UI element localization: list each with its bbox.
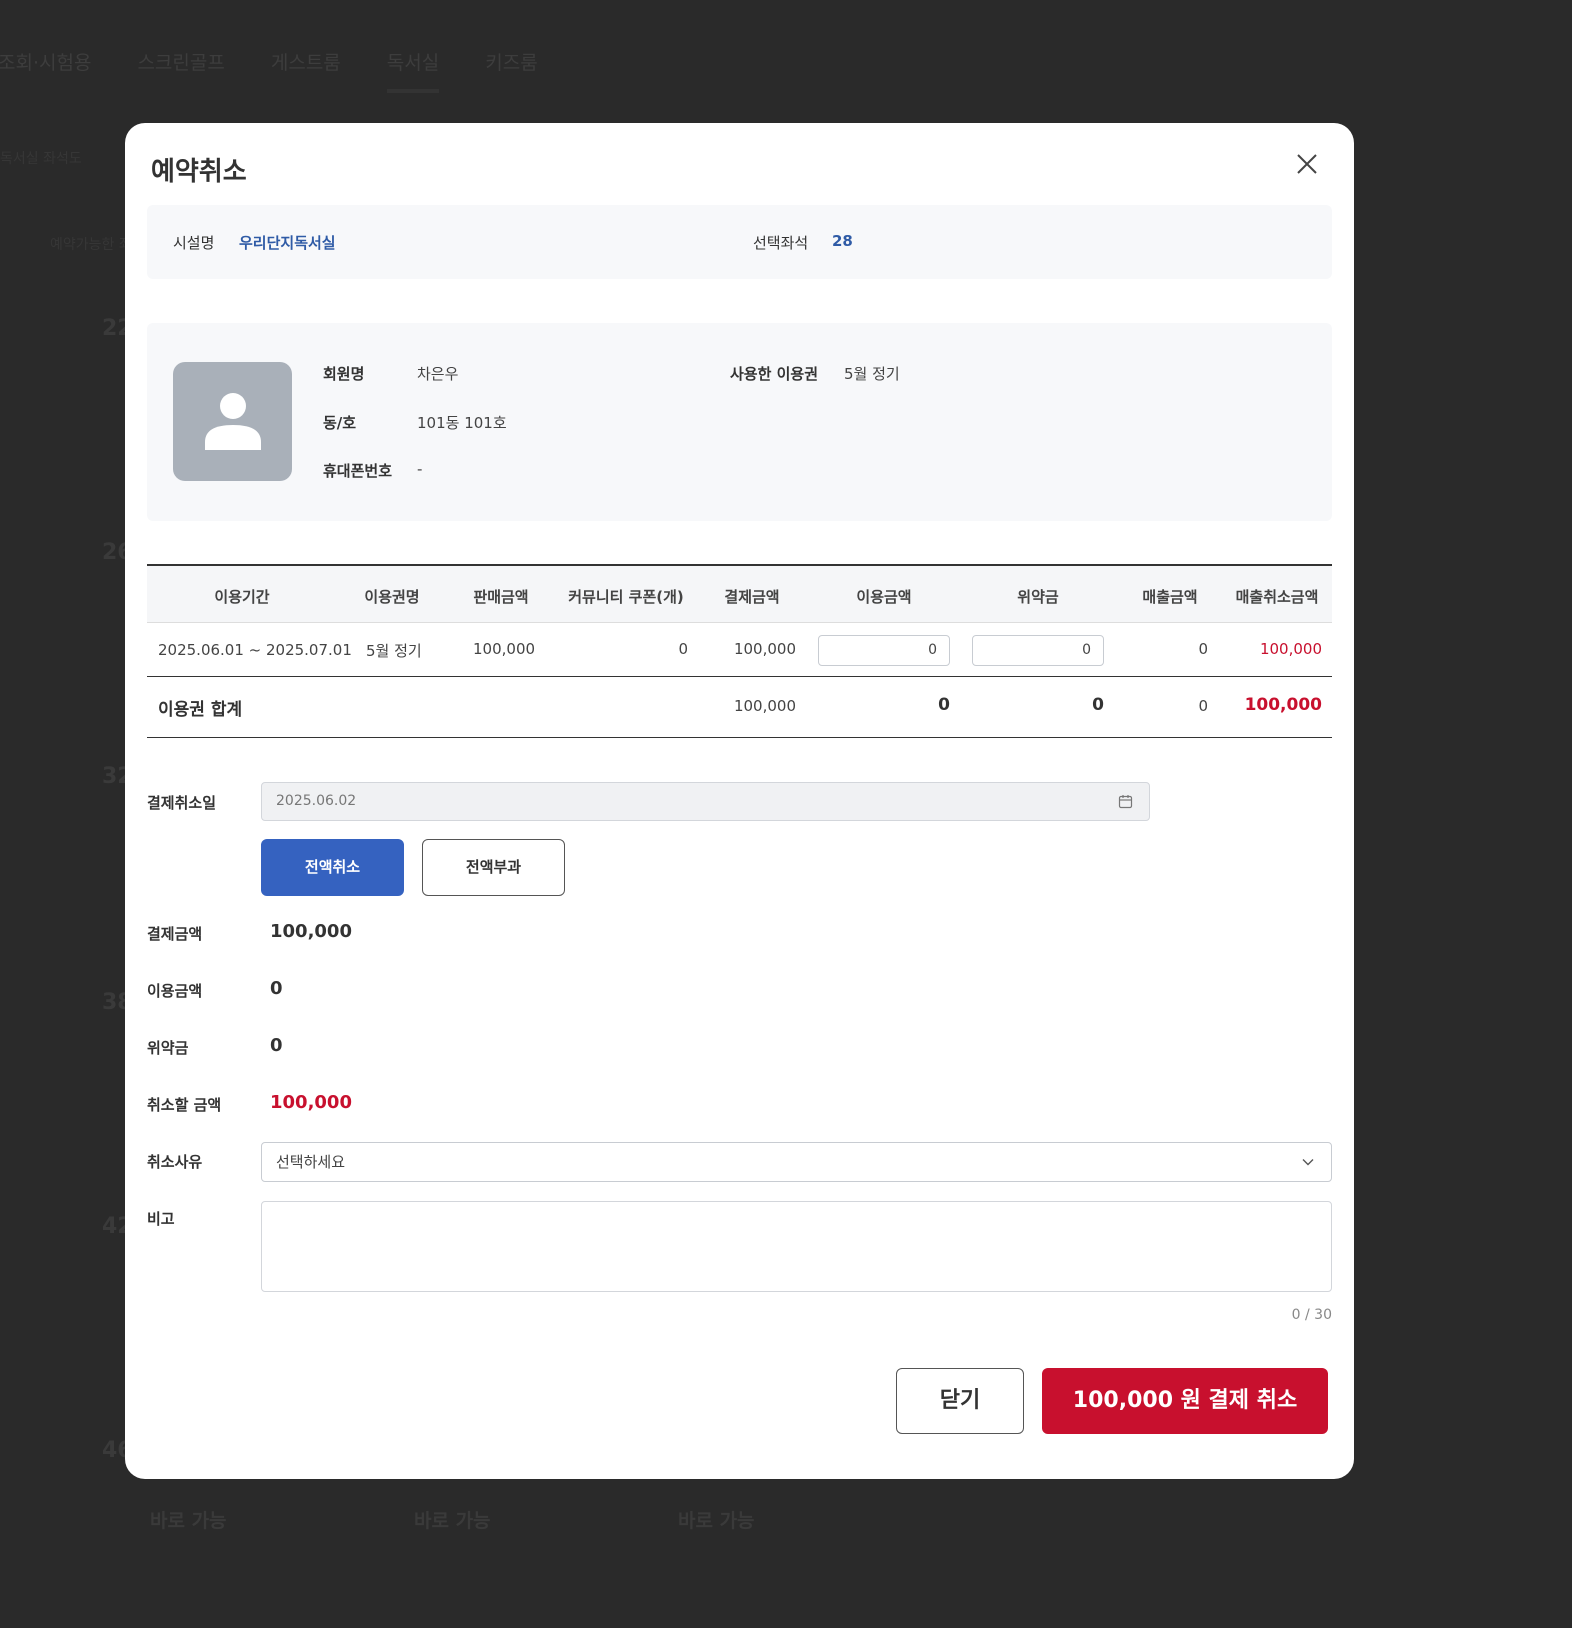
modal-title: 예약취소 [151,157,247,187]
memo-label: 비고 [147,1210,175,1228]
member-name-value: 차은우 [417,365,459,383]
cancel-reason-placeholder: 선택하세요 [276,1153,346,1171]
paid-amount-value: 100,000 [270,921,352,942]
refund-amount-value: 100,000 [270,1092,352,1113]
facility-name-value: 우리단지독서실 [239,234,336,252]
memo-textarea[interactable] [261,1201,1332,1292]
payment-cancel-button[interactable]: 100,000 원 결제 취소 [1042,1368,1328,1434]
use-amount-value: 0 [270,978,283,999]
bg-bottom-labels: 바로 가능 바로 가능 바로 가능 [150,1506,942,1533]
bg-bottom-label: 바로 가능 [678,1510,755,1532]
cell-sale-amount: 100,000 [473,640,536,658]
use-amount-label: 이용금액 [147,982,203,1000]
used-pass-label: 사용한 이용권 [730,365,819,383]
col-header: 판매금액 [473,588,529,606]
cancel-date-value: 2025.06.02 [276,793,357,809]
col-header: 이용금액 [856,588,912,606]
member-unit-value: 101동 101호 [417,414,507,432]
bg-bottom-label: 바로 가능 [414,1510,491,1532]
bg-tab-0: 조회·시험용 [0,52,92,74]
cell-coupon: 0 [678,640,688,658]
summary-penalty: 0 [1092,695,1104,715]
background-tabs: 조회·시험용 스크린골프 게스트룸 독서실 키즈룸 [0,44,584,93]
summary-paid-amount: 100,000 [733,697,796,715]
facility-name-label: 시설명 [173,234,215,252]
bg-tab-4: 키즈룸 [485,52,538,74]
bg-bottom-label: 바로 가능 [150,1510,227,1532]
col-header: 결제금액 [724,588,780,606]
calendar-icon [1118,795,1133,809]
cancel-date-label: 결제취소일 [147,794,217,812]
col-header: 매출취소금액 [1235,588,1319,606]
member-name-label: 회원명 [323,365,365,383]
cell-revenue-cancel: 100,000 [1259,640,1322,658]
penalty-input[interactable]: 0 [972,635,1104,666]
summary-revenue: 0 [1198,697,1208,715]
table-summary-row: 이용권 합계 100,000 0 0 0 100,000 [147,677,1332,737]
col-header: 매출금액 [1142,588,1198,606]
bg-subtitle: 독서실 좌석도 [0,151,82,167]
used-pass-value: 5월 정기 [844,365,900,383]
summary-use-amount: 0 [938,695,950,715]
member-info: 회원명 차은우 동/호 101동 101호 휴대폰번호 - 사용한 이용권 5월… [147,323,1332,521]
cell-pass-name: 5월 정기 [366,642,422,660]
close-button[interactable]: 닫기 [896,1368,1024,1434]
user-icon [205,393,261,450]
seat-value: 28 [832,232,853,250]
cancel-reason-label: 취소사유 [147,1153,203,1171]
memo-counter: 0 / 30 [1291,1307,1332,1323]
bg-tab-2: 게스트룸 [270,52,341,74]
cell-revenue: 0 [1198,640,1208,658]
table-header: 이용기간 이용권명 판매금액 커뮤니티 쿠폰(개) 결제금액 이용금액 위약금 … [147,566,1332,623]
refund-amount-label: 취소할 금액 [147,1096,222,1114]
penalty-label: 위약금 [147,1039,189,1057]
member-phone-value: - [417,460,423,478]
penalty-value: 0 [270,1035,283,1056]
avatar [173,362,292,481]
full-charge-button[interactable]: 전액부과 [422,839,565,896]
cell-period: 2025.06.01 ~ 2025.07.01 [158,641,352,659]
use-amount-input[interactable]: 0 [818,635,950,666]
bg-tab-3: 독서실 [386,44,440,93]
pass-table: 이용기간 이용권명 판매금액 커뮤니티 쿠폰(개) 결제금액 이용금액 위약금 … [147,564,1332,738]
summary-revenue-cancel: 100,000 [1244,695,1322,715]
table-row: 2025.06.01 ~ 2025.07.01 5월 정기 100,000 0 … [147,623,1332,677]
cell-paid-amount: 100,000 [733,640,796,658]
bg-tab-1: 스크린골프 [137,52,225,74]
cancel-reason-select[interactable]: 선택하세요 [261,1142,1332,1182]
col-header: 커뮤니티 쿠폰(개) [568,588,684,606]
member-unit-label: 동/호 [323,414,357,432]
summary-label: 이용권 합계 [158,700,243,720]
facility-info: 시설명 우리단지독서실 선택좌석 28 [147,205,1332,279]
col-header: 이용기간 [214,588,270,606]
col-header: 이용권명 [364,588,420,606]
member-phone-label: 휴대폰번호 [323,462,393,480]
cancel-date-input[interactable]: 2025.06.02 [261,782,1150,821]
col-header: 위약금 [1017,588,1059,606]
close-icon[interactable] [1294,151,1320,177]
full-cancel-button[interactable]: 전액취소 [261,839,404,896]
reservation-cancel-modal: 예약취소 시설명 우리단지독서실 선택좌석 28 회원명 차은우 동/호 101… [125,123,1354,1479]
seat-label: 선택좌석 [753,234,809,252]
paid-amount-label: 결제금액 [147,925,203,943]
chevron-down-icon [1302,1159,1314,1166]
